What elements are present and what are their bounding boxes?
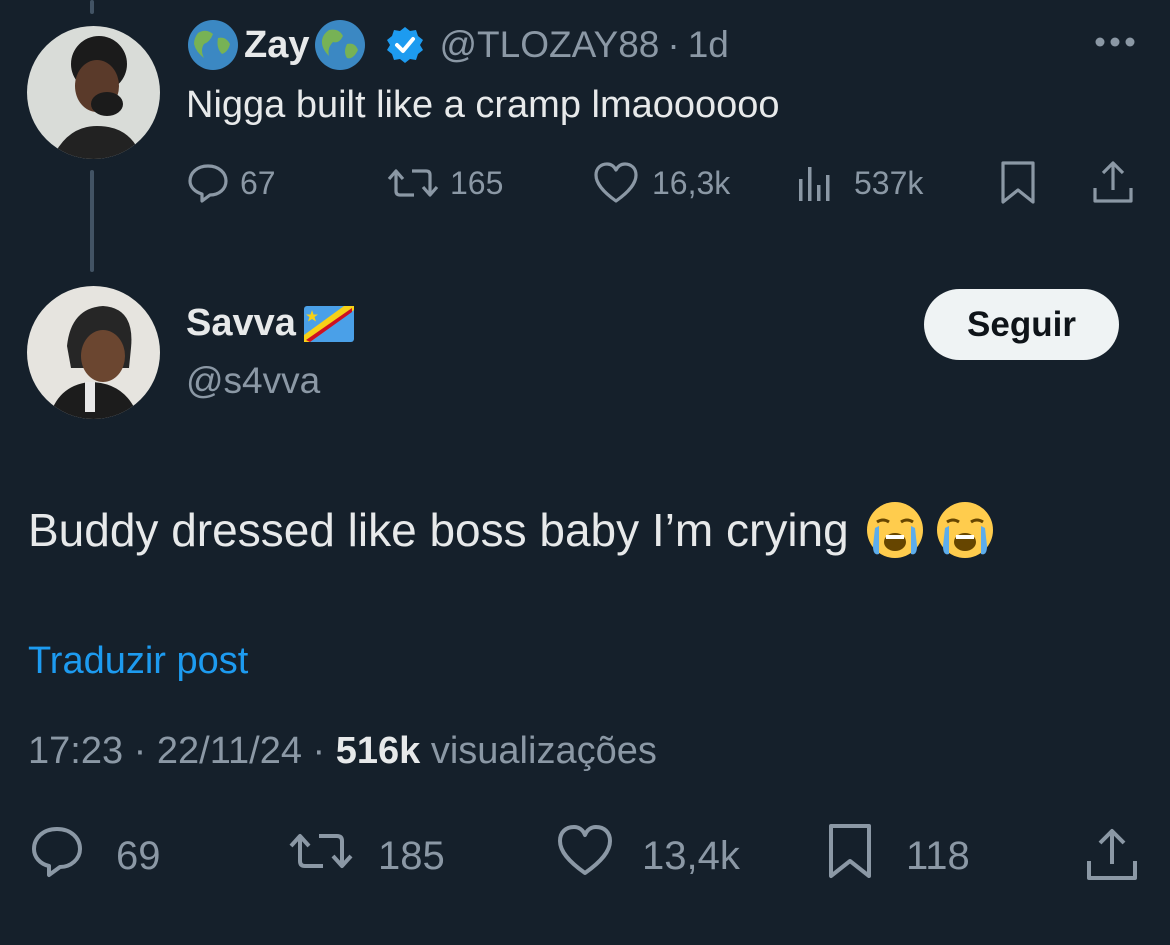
more-options-icon[interactable] bbox=[1092, 30, 1138, 59]
quoted-views-count: 537k bbox=[854, 164, 924, 201]
quoted-tweet-header: Zay @TLOZAY88 · 1d bbox=[186, 18, 729, 72]
bookmark-icon bbox=[826, 822, 874, 890]
repost-icon bbox=[386, 161, 440, 205]
quoted-views-button[interactable]: 537k bbox=[796, 160, 923, 206]
reply-display-name[interactable]: Savva bbox=[186, 302, 296, 345]
separator-dot: · bbox=[667, 24, 680, 65]
avatar-zay[interactable] bbox=[27, 26, 160, 159]
views-count: 516k bbox=[335, 730, 421, 772]
reply-button[interactable]: 69 bbox=[28, 827, 161, 884]
reply-tweet-text: Buddy dressed like boss baby I’m crying bbox=[28, 504, 849, 556]
repost-count: 185 bbox=[378, 833, 445, 878]
thread-connector-top bbox=[90, 0, 94, 14]
thread-connector bbox=[90, 170, 94, 272]
timestamp[interactable]: 17:23 · 22/11/24 · bbox=[28, 730, 336, 772]
bookmark-icon[interactable] bbox=[998, 160, 1038, 211]
share-icon[interactable] bbox=[1090, 160, 1136, 211]
tweet-metadata: 17:23 · 22/11/24 · 516k visualizações bbox=[28, 730, 657, 773]
quoted-tweet-text: Nigga built like a cramp lmaoooooo bbox=[186, 84, 780, 126]
like-count: 13,4k bbox=[642, 833, 740, 878]
loudly-crying-face-icon bbox=[865, 500, 925, 560]
repost-icon bbox=[288, 823, 354, 889]
quoted-handle[interactable]: @TLOZAY88 bbox=[439, 24, 659, 66]
quoted-time[interactable]: 1d bbox=[688, 24, 729, 66]
dr-congo-flag-icon bbox=[303, 305, 354, 342]
reply-icon bbox=[186, 161, 230, 205]
follow-button[interactable]: Seguir bbox=[924, 289, 1119, 360]
quoted-display-name[interactable]: Zay bbox=[244, 24, 309, 67]
translate-post-link[interactable]: Traduzir post bbox=[28, 640, 248, 683]
views-label: visualizações bbox=[430, 730, 657, 772]
loudly-crying-face-icon bbox=[935, 500, 995, 560]
quoted-repost-count: 165 bbox=[450, 164, 504, 201]
reply-count: 69 bbox=[116, 833, 161, 878]
bookmark-button[interactable]: 118 bbox=[826, 824, 970, 884]
quoted-like-count: 16,3k bbox=[652, 164, 731, 201]
globe-icon bbox=[186, 18, 240, 72]
quoted-like-button[interactable]: 16,3k bbox=[592, 160, 730, 206]
heart-icon bbox=[556, 823, 614, 889]
repost-button[interactable]: 185 bbox=[288, 828, 445, 884]
reply-tweet-text-row: Buddy dressed like boss baby I’m crying bbox=[28, 500, 995, 560]
reply-icon bbox=[28, 823, 86, 889]
quoted-reply-button[interactable]: 67 bbox=[186, 160, 276, 206]
verified-badge-icon bbox=[385, 25, 425, 65]
analytics-icon bbox=[796, 161, 838, 205]
bookmark-count: 118 bbox=[906, 833, 970, 878]
like-button[interactable]: 13,4k bbox=[556, 825, 740, 884]
share-icon[interactable] bbox=[1084, 826, 1140, 889]
heart-icon bbox=[592, 161, 640, 205]
quoted-repost-button[interactable]: 165 bbox=[386, 160, 503, 206]
quoted-reply-count: 67 bbox=[240, 164, 276, 201]
reply-tweet-header: Savva bbox=[186, 302, 354, 345]
reply-handle[interactable]: @s4vva bbox=[186, 360, 320, 402]
globe-icon bbox=[313, 18, 367, 72]
avatar-savva[interactable] bbox=[27, 286, 160, 419]
